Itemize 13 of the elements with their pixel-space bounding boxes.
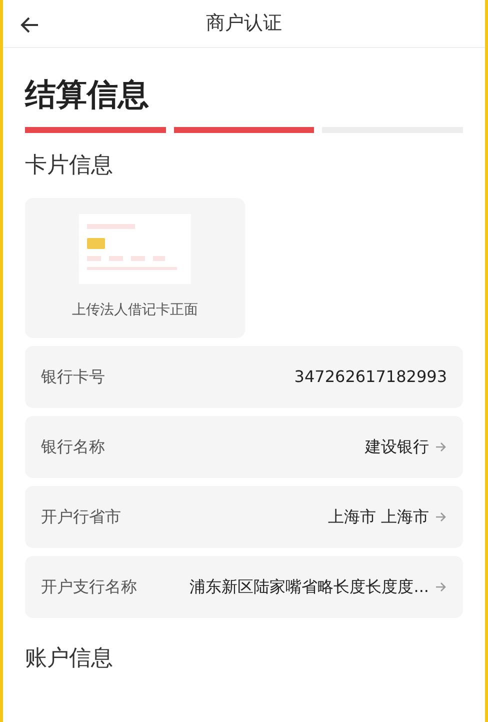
section-title: 卡片信息: [25, 152, 114, 180]
bank-card-icon: [79, 214, 191, 284]
select-field[interactable]: 银行名称 建设银行: [25, 416, 463, 478]
header-title: 商户认证: [206, 11, 282, 36]
arrow-right-icon: [435, 510, 447, 522]
arrow-right-icon: [435, 580, 447, 592]
arrow-right-icon: [435, 440, 447, 452]
section-title: 账户信息: [25, 644, 114, 672]
select-field[interactable]: 开户支行名称 浦东新区陆家嘴省略长度长度度...: [25, 556, 463, 618]
input-field[interactable]: 银行卡号 347262617182993: [25, 346, 463, 408]
page-title: 结算信息: [25, 76, 150, 115]
upload-card-button[interactable]: 上传法人借记卡正面: [25, 198, 245, 338]
select-field[interactable]: 开户行省市 上海市 上海市: [25, 486, 463, 548]
